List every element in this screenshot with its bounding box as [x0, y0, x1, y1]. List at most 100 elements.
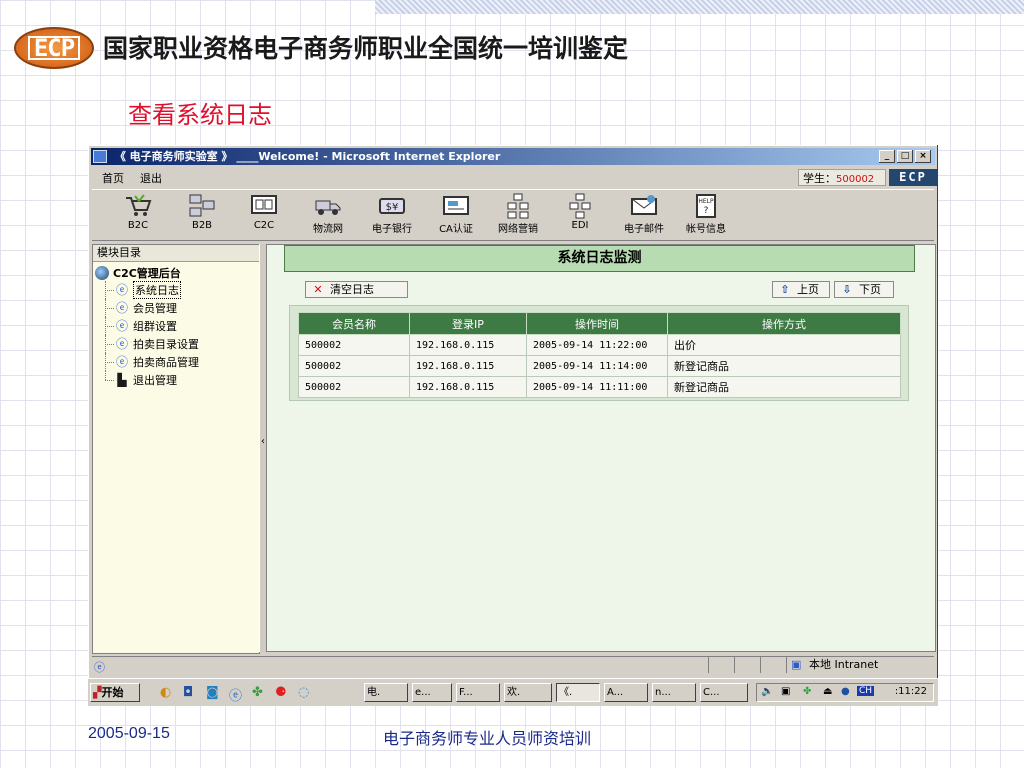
- window-titlebar[interactable]: 《 电子商务师实验室 》 ____Welcome! - Microsoft In…: [91, 148, 935, 165]
- toolbar-label: EDI: [571, 220, 589, 231]
- quicklaunch-icon[interactable]: ◘: [183, 685, 193, 700]
- minimize-button[interactable]: _: [879, 150, 895, 163]
- quicklaunch-icon[interactable]: ◌: [298, 685, 309, 700]
- start-button[interactable]: ▞开始: [90, 683, 140, 702]
- tray-app-icon[interactable]: ⏏: [823, 686, 832, 697]
- intranet-icon: ▣: [791, 658, 802, 671]
- table-row: 500002 192.168.0.115 2005-09-14 11:11:00…: [298, 376, 901, 398]
- toolbar-marketing[interactable]: 网络营销: [490, 193, 546, 235]
- close-button[interactable]: ×: [915, 150, 931, 163]
- taskbar-button[interactable]: C...: [700, 683, 748, 702]
- clear-log-label: 清空日志: [330, 283, 374, 296]
- cell-time: 2005-09-14 11:11:00: [526, 376, 668, 398]
- taskbar-button[interactable]: F...: [456, 683, 500, 702]
- ie-page-icon: ⓔ: [115, 301, 128, 315]
- toolbar-b2b[interactable]: B2B: [174, 194, 230, 231]
- toolbar-logistics[interactable]: 物流网: [300, 194, 356, 235]
- ie-page-icon: ⓔ: [115, 283, 128, 297]
- slide-subtitle: 查看系统日志: [128, 101, 272, 129]
- prev-page-button[interactable]: ⇧ 上页: [772, 281, 830, 298]
- top-decorative-band: [375, 0, 1024, 14]
- log-table-container: 会员名称 登录IP 操作时间 操作方式 500002 192.168.0.115…: [289, 305, 909, 401]
- cell-action: 新登记商品: [667, 376, 901, 398]
- certificate-icon: [441, 194, 471, 218]
- truck-icon: [313, 194, 343, 218]
- sidebar-item-members[interactable]: ⓔ 会员管理: [93, 299, 259, 317]
- toolbar-label: 网络营销: [498, 224, 538, 235]
- tray-app-icon[interactable]: ●: [841, 686, 850, 697]
- security-zone: ▣ 本地 Intranet: [786, 657, 934, 673]
- tree-root[interactable]: C2C管理后台: [93, 262, 259, 281]
- taskbar-button[interactable]: A...: [604, 683, 648, 702]
- table-row: 500002 192.168.0.115 2005-09-14 11:22:00…: [298, 334, 901, 356]
- toolbar-ca[interactable]: CA认证: [428, 194, 484, 235]
- cell-action: 出价: [667, 334, 901, 356]
- student-label: 学生：: [803, 172, 836, 185]
- toolbar-label: B2B: [191, 220, 213, 231]
- sidebar-item-auction-goods[interactable]: ⓔ 拍卖商品管理: [93, 353, 259, 371]
- window-title: 《 电子商务师实验室 》 ____Welcome! - Microsoft In…: [114, 150, 501, 163]
- sidebar-item-exit[interactable]: ▙ 退出管理: [93, 371, 259, 389]
- quicklaunch-icon[interactable]: ⚈: [275, 685, 287, 700]
- prev-page-icon: ⇧: [780, 283, 790, 296]
- student-info: 学生：500002: [798, 169, 886, 186]
- taskbar-button[interactable]: e...: [412, 683, 452, 702]
- ie-page-icon: ⓔ: [115, 355, 128, 369]
- toolbar-label: 电子邮件: [624, 224, 664, 235]
- cell-ip: 192.168.0.115: [409, 334, 527, 356]
- toolbar-email[interactable]: 电子邮件: [616, 194, 672, 235]
- tray-network-icon[interactable]: ▣: [781, 686, 790, 697]
- clear-log-button[interactable]: ✕ 清空日志: [305, 281, 408, 298]
- cell-action: 新登记商品: [667, 355, 901, 377]
- ecp-brand-badge: ECP: [889, 169, 937, 186]
- money-icon: $¥: [377, 194, 407, 218]
- quicklaunch-icon[interactable]: ✤: [252, 685, 263, 700]
- toolbar-c2c[interactable]: C2C: [236, 194, 292, 231]
- logout-link[interactable]: 退出: [140, 170, 162, 186]
- cell-member: 500002: [298, 355, 410, 377]
- main-content: 系统日志监测 ✕ 清空日志 ⇧ 上页 ⇩ 下页 会员名称 登录IP 操作时间 操作方式: [266, 244, 936, 652]
- svg-text:$¥: $¥: [386, 202, 399, 213]
- sidebar-item-system-log[interactable]: ⓔ 系统日志: [93, 281, 259, 299]
- module-sidebar: 模块目录 C2C管理后台 ⓔ 系统日志 ⓔ 会员管理 ⓔ 组群设置 ⓔ 拍卖目录设置 ⓔ…: [92, 244, 260, 654]
- toolbar-edi[interactable]: EDI: [552, 193, 608, 231]
- prev-page-label: 上页: [797, 283, 819, 296]
- quicklaunch-icon[interactable]: ◙: [206, 685, 219, 700]
- status-segment: [734, 657, 757, 673]
- system-tray: 🔈 ▣ ✤ ⏏ ● CH :11:22: [756, 683, 934, 702]
- next-page-button[interactable]: ⇩ 下页: [834, 281, 894, 298]
- help-icon: HELP?: [691, 194, 721, 218]
- network-computers-icon: [187, 194, 217, 218]
- language-indicator[interactable]: CH: [857, 686, 875, 696]
- footer-text: 电子商务师专业人员师资培训: [383, 729, 592, 748]
- maximize-button[interactable]: □: [897, 150, 913, 163]
- sidebar-item-groups[interactable]: ⓔ 组群设置: [93, 317, 259, 335]
- taskbar-button-active[interactable]: 《.: [556, 683, 600, 702]
- delete-x-icon: ✕: [313, 283, 323, 296]
- quicklaunch-icon[interactable]: ◐: [160, 685, 171, 700]
- quicklaunch-ie-icon[interactable]: ⓔ: [229, 685, 242, 704]
- taskbar-button[interactable]: 电.: [364, 683, 408, 702]
- sidebar-item-label: 拍卖目录设置: [133, 338, 199, 351]
- taskbar-button[interactable]: 欢.: [504, 683, 552, 702]
- sidebar-header: 模块目录: [93, 245, 259, 262]
- tray-speaker-icon[interactable]: 🔈: [761, 686, 773, 697]
- sidebar-item-label: 退出管理: [133, 374, 177, 387]
- cell-ip: 192.168.0.115: [409, 355, 527, 377]
- tray-app-icon[interactable]: ✤: [803, 686, 811, 697]
- toolbar-account[interactable]: HELP? 帐号信息: [678, 194, 734, 235]
- sidebar-item-auction-catalog[interactable]: ⓔ 拍卖目录设置: [93, 335, 259, 353]
- home-link[interactable]: 首页: [102, 170, 124, 186]
- next-page-icon: ⇩: [842, 283, 852, 296]
- cell-member: 500002: [298, 376, 410, 398]
- cell-time: 2005-09-14 11:22:00: [526, 334, 668, 356]
- start-label: 开始: [101, 686, 124, 699]
- svg-text:?: ?: [704, 206, 709, 216]
- module-toolbar: B2C B2B C2C 物流网 $¥ 电子银行 CA认证 网络营销 EDI 电子…: [92, 189, 934, 241]
- ie-icon: [93, 150, 107, 163]
- hierarchy-icon: [503, 193, 533, 219]
- toolbar-b2c[interactable]: B2C: [110, 194, 166, 231]
- toolbar-ebank[interactable]: $¥ 电子银行: [364, 194, 420, 235]
- taskbar-button[interactable]: n...: [652, 683, 696, 702]
- cell-time: 2005-09-14 11:14:00: [526, 355, 668, 377]
